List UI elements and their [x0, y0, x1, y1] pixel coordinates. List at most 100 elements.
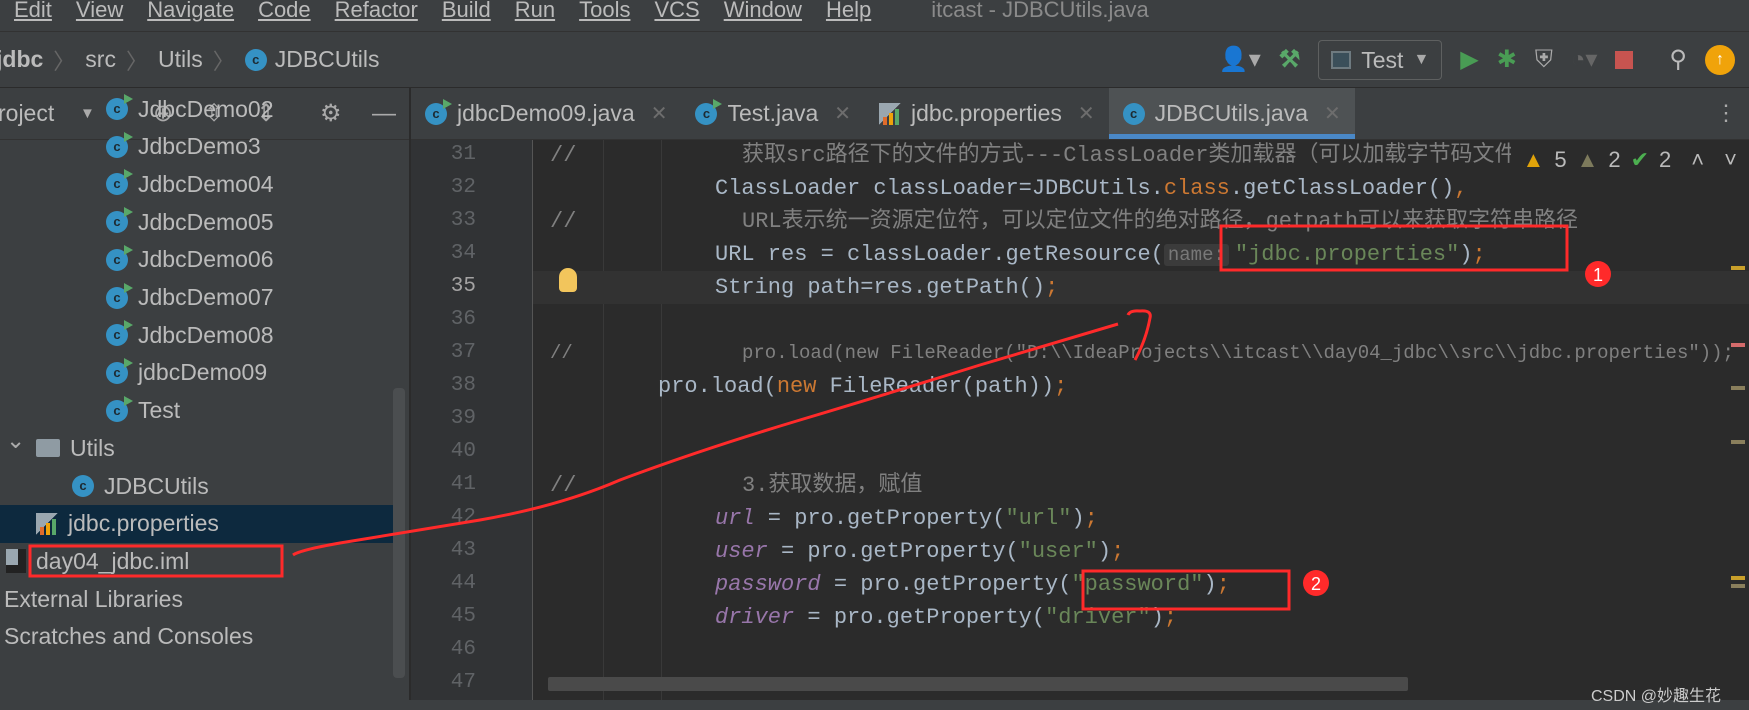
tree-item[interactable]: c JdbcDemo3	[106, 128, 261, 166]
properties-file-icon	[36, 512, 58, 535]
tree-item-label: External Libraries	[4, 585, 183, 612]
error-stripe-mark[interactable]	[1731, 266, 1745, 270]
menu-navigate[interactable]: Navigate	[147, 0, 234, 23]
tree-item[interactable]: c JdbcDemo02	[106, 90, 274, 128]
menu-help[interactable]: Help	[826, 0, 871, 23]
tree-item-label: JdbcDemo04	[138, 170, 274, 197]
tree-item[interactable]: c JdbcDemo07	[106, 279, 274, 317]
menu-build[interactable]: Build	[442, 0, 491, 23]
tree-item[interactable]: c JDBCUtils	[72, 467, 209, 505]
run-icon[interactable]: ▶	[1460, 48, 1478, 72]
indent-guide	[603, 140, 604, 700]
tree-item[interactable]: ⌄ Utils	[6, 427, 115, 467]
tab-test-java[interactable]: c Test.java ✕	[681, 88, 865, 139]
tree-item-label: Test	[138, 397, 181, 424]
breadcrumb-item[interactable]: jdbc	[0, 46, 43, 73]
error-stripe-mark[interactable]	[1731, 576, 1745, 580]
tree-item[interactable]: Scratches and Consoles	[4, 618, 253, 656]
tree-item-label: JdbcDemo06	[138, 246, 274, 273]
tree-item[interactable]: c JdbcDemo05	[106, 203, 274, 241]
breadcrumb-separator: 〉	[53, 48, 76, 74]
next-highlight-icon[interactable]: ˅	[1724, 147, 1737, 173]
code-token: FileReader(path))	[829, 374, 1055, 399]
tree-item[interactable]: c Test	[106, 392, 180, 430]
search-icon[interactable]: ⚲	[1669, 48, 1687, 72]
debug-bug-icon[interactable]: ✱	[1497, 48, 1517, 72]
tree-item[interactable]: c JdbcDemo04	[106, 165, 274, 203]
code-token: pro.load(	[658, 374, 777, 399]
tree-item-label: Utils	[70, 434, 115, 461]
tab-jdbc-properties[interactable]: jdbc.properties ✕	[865, 88, 1109, 139]
runnable-class-icon: c	[106, 282, 133, 309]
code-line: URL res = classLoader.getResource(name: "…	[715, 238, 1486, 271]
tree-item-label: Scratches and Consoles	[4, 623, 254, 650]
tabs-more-icon[interactable]: ⋮	[1715, 100, 1737, 126]
close-icon[interactable]: ✕	[1078, 101, 1095, 126]
close-icon[interactable]: ✕	[1324, 101, 1341, 126]
tab-jdbcdemo09-java[interactable]: c jdbcDemo09.java ✕	[411, 88, 681, 139]
code-token: user	[715, 539, 768, 564]
inspection-widget[interactable]: ▲ 5 ▲ 2 ✔ 2 ˄ ˅	[1510, 140, 1749, 180]
menu-edit[interactable]: Edit	[14, 0, 52, 23]
menu-window[interactable]: Window	[724, 0, 802, 23]
properties-file-icon	[879, 102, 902, 125]
code-token: "password"	[1071, 572, 1204, 597]
tree-item[interactable]: day04_jdbc.iml	[6, 542, 189, 580]
menu-refactor[interactable]: Refactor	[335, 0, 418, 23]
close-icon[interactable]: ✕	[834, 101, 851, 126]
breadcrumb-item[interactable]: JDBCUtils	[275, 46, 380, 73]
tree-item[interactable]: c JdbcDemo08	[106, 316, 274, 354]
menu-code[interactable]: Code	[258, 0, 311, 23]
code-token: .getClassLoader()	[1229, 176, 1455, 201]
tree-item[interactable]: External Libraries	[4, 580, 183, 618]
tree-item[interactable]: c JdbcDemo06	[106, 241, 274, 279]
menu-run[interactable]: Run	[515, 0, 555, 23]
menu-tools[interactable]: Tools	[579, 0, 630, 23]
typos-count: 2	[1659, 147, 1672, 172]
error-stripe-mark[interactable]	[1731, 584, 1745, 588]
code-editor[interactable]: 31 32 33 34 35 36 37 38 39 40 41 42 43 44 45 46 47 // 获取s…	[411, 140, 1749, 700]
tree-item[interactable]: jdbc.properties	[36, 505, 219, 543]
code-token: new	[776, 374, 830, 399]
code-token: //	[550, 209, 577, 234]
line-number: 41	[450, 473, 476, 496]
breadcrumb-item[interactable]: src	[85, 46, 116, 73]
warning-icon: ▲	[1522, 147, 1545, 172]
vcs-user-icon[interactable]: 👤▾	[1219, 48, 1261, 72]
coverage-icon[interactable]: ⛨	[1535, 48, 1553, 72]
run-configuration-select[interactable]: Test ▼	[1318, 40, 1443, 80]
line-number: 38	[450, 374, 476, 397]
code-line: // 3.获取数据，赋值	[550, 469, 922, 502]
sidebar-scrollbar[interactable]	[393, 388, 405, 678]
update-icon[interactable]: ↑	[1705, 45, 1735, 75]
parameter-hint: name:	[1163, 244, 1229, 266]
breadcrumb-item[interactable]: Utils	[158, 46, 203, 73]
tree-item[interactable]: c jdbcDemo09	[106, 354, 267, 392]
line-number: 45	[450, 605, 476, 628]
tab-jdbcutils-java[interactable]: c JDBCUtils.java ✕	[1108, 88, 1355, 139]
tree-item-label: JdbcDemo05	[138, 208, 274, 235]
code-token: "jdbc.properties"	[1234, 242, 1460, 267]
error-stripe-mark[interactable]	[1731, 386, 1745, 390]
code-line: driver = pro.getProperty("driver");	[715, 601, 1177, 634]
runnable-class-icon: c	[106, 357, 133, 384]
line-number: 46	[450, 638, 476, 661]
previous-highlight-icon[interactable]: ˄	[1691, 147, 1704, 173]
horizontal-scrollbar[interactable]	[548, 677, 1408, 691]
error-stripe-mark[interactable]	[1731, 343, 1745, 347]
profile-icon[interactable]: ◔▾	[1571, 48, 1598, 72]
build-hammer-icon[interactable]: ⚒	[1279, 48, 1301, 72]
code-token: )	[1097, 539, 1112, 564]
stop-icon[interactable]	[1615, 51, 1634, 69]
project-view-selector[interactable]: roject	[0, 100, 54, 127]
close-icon[interactable]: ✕	[651, 101, 668, 126]
lightbulb-icon[interactable]	[559, 268, 577, 292]
chevron-down-icon[interactable]: ⌄	[6, 427, 25, 454]
menu-view[interactable]: View	[76, 0, 123, 23]
hide-icon[interactable]: —	[372, 101, 396, 126]
chevron-down-icon[interactable]: ▼	[80, 106, 95, 121]
menu-vcs[interactable]: VCS	[654, 0, 699, 23]
gear-icon[interactable]: ⚙	[320, 101, 342, 126]
class-icon: c	[244, 48, 267, 71]
error-stripe-mark[interactable]	[1731, 440, 1745, 444]
